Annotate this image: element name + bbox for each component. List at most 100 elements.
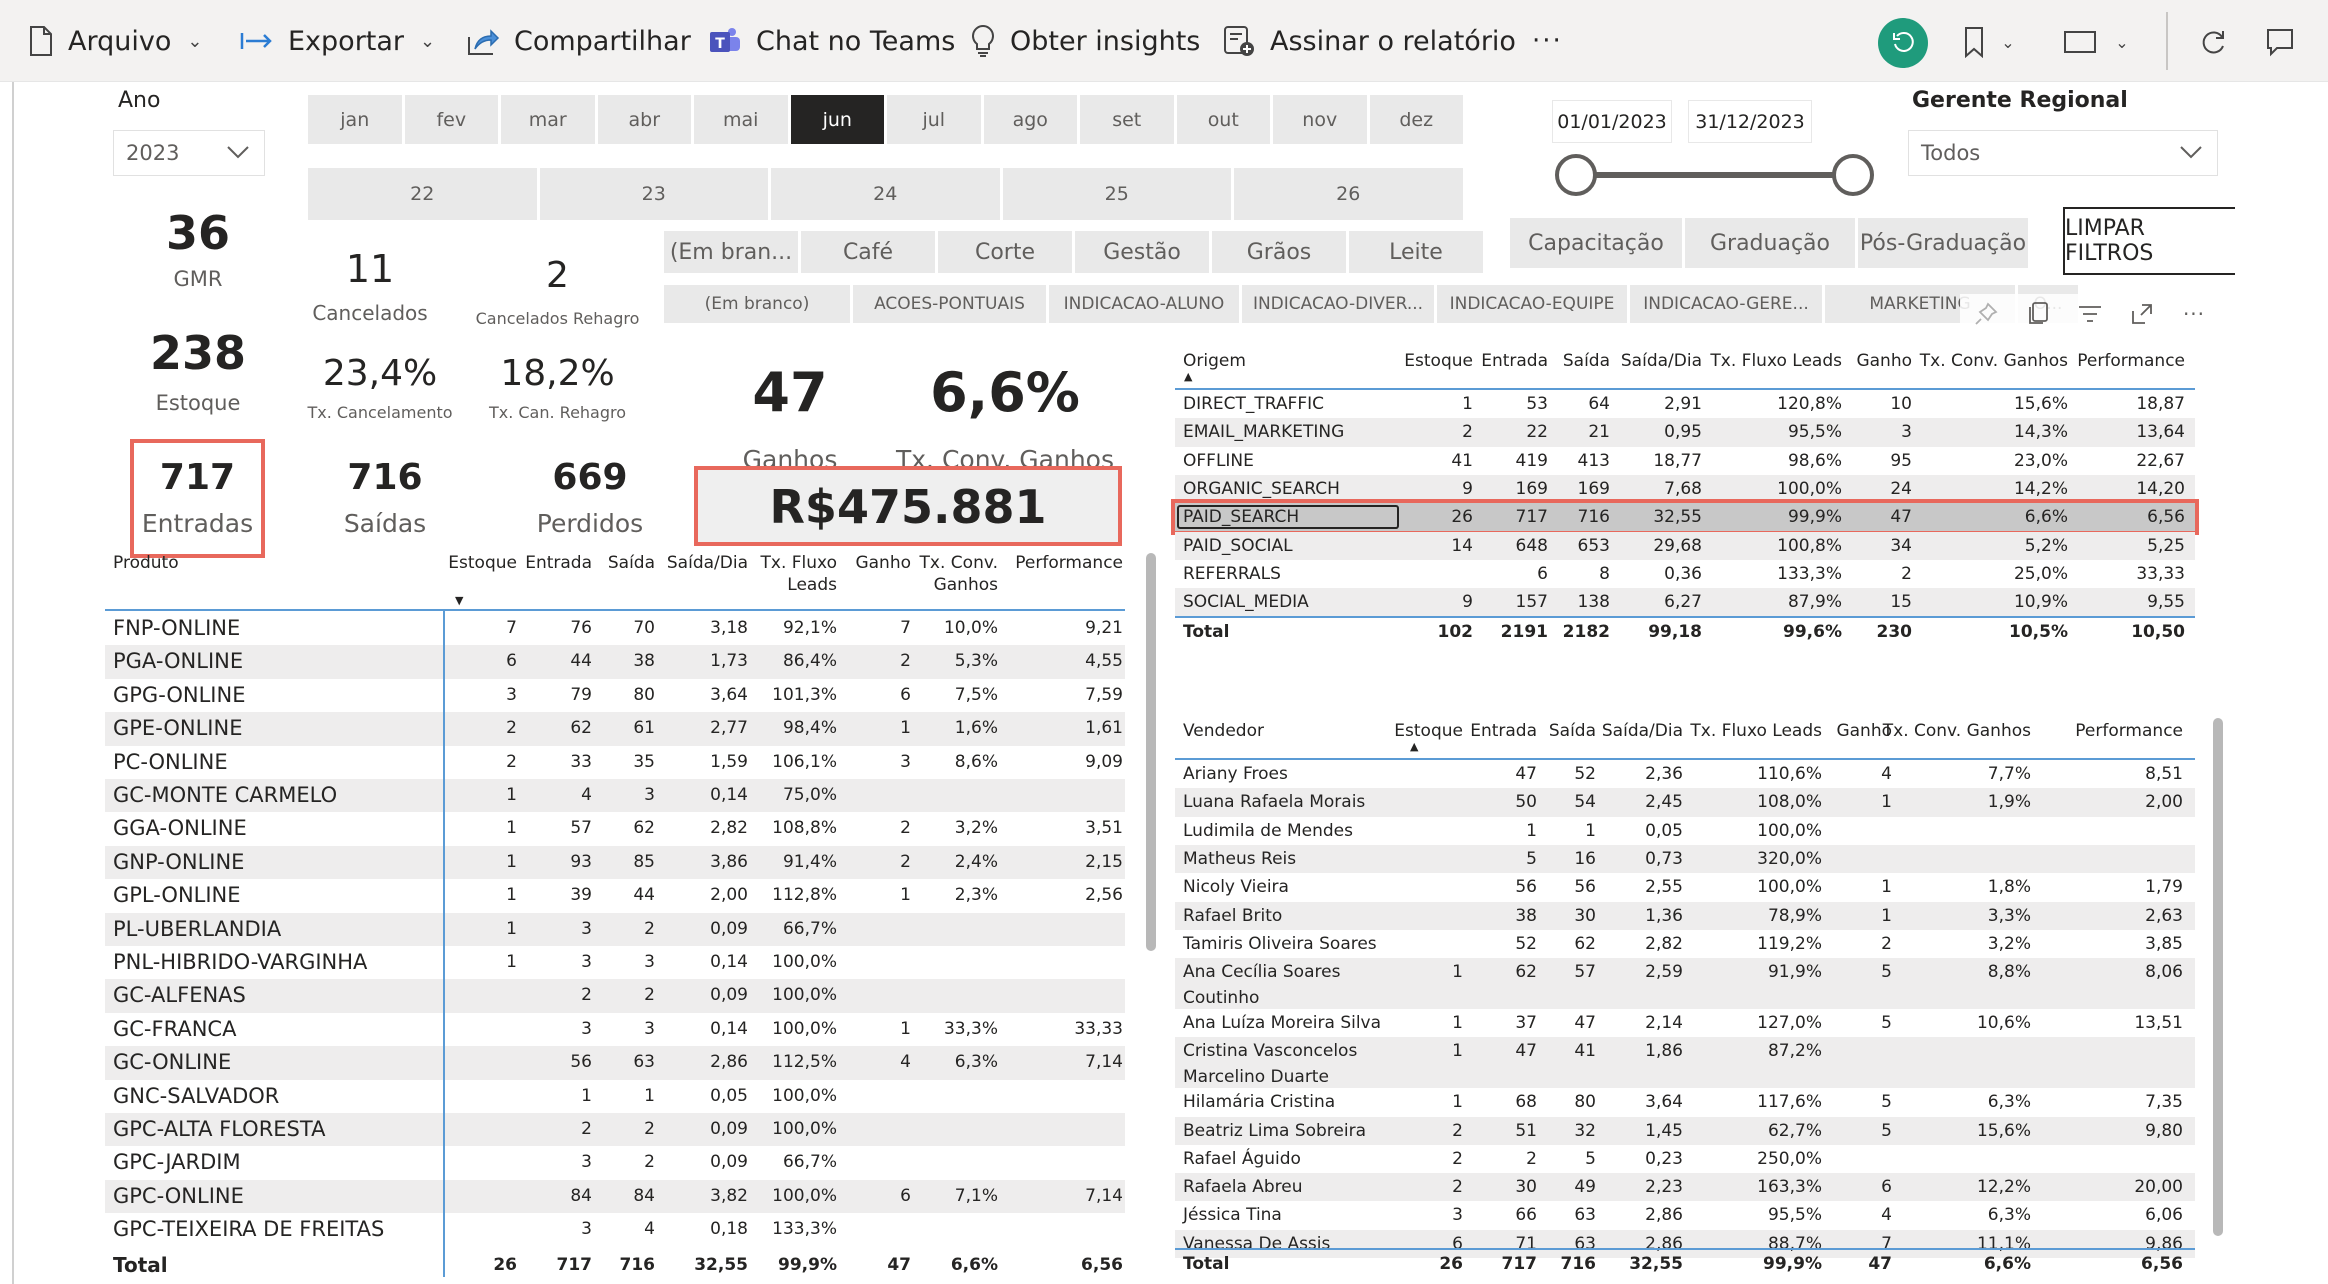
table-row[interactable]: PAID_SEARCH 26 717 716 32,55 99,9% 47 6,6% 6,56 <box>1171 499 2199 536</box>
category-chip[interactable]: Grãos <box>1212 231 1346 273</box>
table-row[interactable]: PAID_SOCIAL 14 648 653 29,68 100,8% 34 5,2% 5,25 <box>1175 531 2195 560</box>
month-chip[interactable]: jan <box>308 95 402 144</box>
produto-table-scrollbar[interactable] <box>1146 553 1156 951</box>
column-header[interactable]: Estoque <box>1404 350 1473 372</box>
table-row[interactable]: Cristina Vasconcelos Marcelino Duarte 1 47… <box>1175 1037 2195 1089</box>
table-row[interactable]: Rafael Brito 38 30 1,36 78,9% 1 3,3% 2,63 <box>1175 901 2195 930</box>
more-options-icon[interactable]: ··· <box>2168 294 2220 334</box>
filter-visual-button[interactable] <box>2064 294 2116 334</box>
month-chip[interactable]: abr <box>597 95 691 144</box>
file-menu-button[interactable]: Arquivo ⌄ <box>28 18 202 64</box>
table-row[interactable]: Matheus Reis 5 16 0,73 320,0% <box>1175 844 2195 874</box>
column-header[interactable]: Estoque <box>1394 720 1463 742</box>
table-row[interactable]: Rafael Águido 2 2 5 0,23 250,0% <box>1175 1145 2195 1173</box>
column-header[interactable]: Saída/Dia <box>1621 350 1702 372</box>
month-chip[interactable]: mar <box>501 95 595 144</box>
table-row[interactable]: GNP-ONLINE 1 93 85 3,86 91,4% 2 2,4% 2,15 <box>105 845 1125 880</box>
table-row[interactable]: Ana Luíza Moreira Silva 1 37 47 2,14 127,0% 5 1… <box>1175 1009 2195 1037</box>
table-row[interactable]: GC-ALFENAS 2 2 0,09 100,0% <box>105 979 1125 1013</box>
level-chip[interactable]: Capacitação <box>1510 218 1682 268</box>
origin-chip[interactable]: INDICACAO-ALUNO <box>1049 285 1239 323</box>
column-header[interactable]: Saída/Dia <box>667 552 748 574</box>
column-header[interactable]: Tx. Conv. Ganhos <box>920 552 998 596</box>
month-chip[interactable]: dez <box>1369 95 1463 144</box>
month-chip[interactable]: fev <box>404 95 498 144</box>
table-row[interactable]: PGA-ONLINE 6 44 38 1,73 86,4% 2 5,3% 4,55 <box>105 645 1125 679</box>
column-header[interactable]: Saída <box>1549 720 1596 742</box>
column-header[interactable]: Ganho <box>855 552 911 574</box>
vendedor-table-scrollbar[interactable] <box>2213 718 2223 1236</box>
table-row[interactable]: PNL-HIBRIDO-VARGINHA 1 3 3 0,14 100,0% <box>105 946 1125 979</box>
column-header[interactable]: Saída <box>608 552 655 574</box>
week-chip[interactable]: 24 <box>771 168 1000 220</box>
table-row[interactable]: Rafaela Abreu 2 30 49 2,23 163,3% 6 12,2% 20,00 <box>1175 1173 2195 1202</box>
level-chip[interactable]: Pós-Graduação <box>1858 218 2028 268</box>
pin-visual-button[interactable] <box>1960 294 2012 334</box>
reset-button[interactable] <box>1878 18 1928 68</box>
column-header[interactable]: Tx. Fluxo Leads <box>761 552 837 596</box>
category-chip[interactable]: Café <box>801 231 935 273</box>
month-chip[interactable]: jun <box>790 95 884 144</box>
table-row[interactable]: Ariany Froes 47 52 2,36 110,6% 4 7,7% 8,51 <box>1175 760 2195 788</box>
start-date-input[interactable]: 01/01/2023 <box>1552 100 1672 143</box>
category-chip[interactable]: Gestão <box>1075 231 1209 273</box>
category-chip[interactable]: (Em bran... <box>664 231 798 273</box>
week-chip[interactable]: 22 <box>308 168 537 220</box>
month-chip[interactable]: out <box>1176 95 1270 144</box>
month-chip[interactable]: ago <box>983 95 1077 144</box>
table-row[interactable]: Ludimila de Mendes 1 1 0,05 100,0% <box>1175 817 2195 845</box>
insights-button[interactable]: Obter insights <box>970 18 1200 64</box>
view-chevron-icon[interactable]: ⌄ <box>2110 20 2134 64</box>
table-row[interactable]: GC-ONLINE 56 63 2,86 112,5% 4 6,3% 7,14 <box>105 1046 1125 1080</box>
month-chip[interactable]: nov <box>1273 95 1367 144</box>
week-chip[interactable]: 25 <box>1002 168 1231 220</box>
column-header[interactable]: Tx. Fluxo Leads <box>1690 720 1822 742</box>
teams-chat-button[interactable]: T Chat no Teams <box>708 18 955 64</box>
table-row[interactable]: GC-FRANCA 3 3 0,14 100,0% 1 33,3% 33,33 <box>105 1013 1125 1046</box>
origin-chip[interactable]: (Em branco) <box>664 285 850 323</box>
table-row[interactable]: PC-ONLINE 2 33 35 1,59 106,1% 3 8,6% 9,09 <box>105 746 1125 779</box>
category-chip[interactable]: Corte <box>938 231 1072 273</box>
table-row[interactable]: Tamiris Oliveira Soares 52 62 2,82 119,2% 2 3,… <box>1175 930 2195 958</box>
copy-visual-button[interactable] <box>2012 294 2064 334</box>
column-header[interactable]: Performance <box>1015 552 1123 574</box>
table-row[interactable]: Ana Cecília Soares Coutinho 1 62 57 2,59 91,9… <box>1175 958 2195 1010</box>
column-header[interactable]: Vendedor <box>1183 720 1264 742</box>
table-row[interactable]: Jéssica Tina 3 66 63 2,86 95,5% 4 6,3% 6,06 <box>1175 1201 2195 1229</box>
level-chip[interactable]: Graduação <box>1685 218 1855 268</box>
table-row[interactable]: GPL-ONLINE 1 39 44 2,00 112,8% 1 2,3% 2,56 <box>105 879 1125 912</box>
date-range-end-handle[interactable] <box>1832 154 1874 196</box>
table-row[interactable]: DIRECT_TRAFFIC 1 53 64 2,91 120,8% 10 15,6% 18,8… <box>1175 390 2195 418</box>
table-row[interactable]: Hilamária Cristina 1 68 80 3,64 117,6% 5 6,3% 7,… <box>1175 1088 2195 1116</box>
column-header[interactable]: Estoque <box>448 552 517 574</box>
column-header[interactable]: Saída <box>1563 350 1610 372</box>
origin-chip[interactable]: INDICACAO-EQUIPE <box>1437 285 1627 323</box>
subscribe-button[interactable]: Assinar o relatório <box>1222 18 1516 64</box>
end-date-input[interactable]: 31/12/2023 <box>1688 100 1812 143</box>
table-row[interactable]: REFERRALS 6 8 0,36 133,3% 2 25,0% 33,33 <box>1175 560 2195 588</box>
ano-dropdown[interactable]: 2023 <box>113 130 265 176</box>
table-row[interactable]: GPC-TEIXEIRA DE FREITAS 3 4 0,18 133,3% <box>105 1213 1125 1246</box>
more-options-button[interactable]: ··· <box>1532 18 1563 64</box>
table-row[interactable]: GC-MONTE CARMELO 1 4 3 0,14 75,0% <box>105 779 1125 813</box>
month-chip[interactable]: mai <box>694 95 788 144</box>
table-row[interactable]: Luana Rafaela Morais 50 54 2,45 108,0% 1 1,9% 2… <box>1175 788 2195 817</box>
view-button[interactable] <box>2058 20 2102 64</box>
month-chip[interactable]: set <box>1080 95 1174 144</box>
origin-chip[interactable]: INDICACAO-GERE... <box>1630 285 1822 323</box>
clear-filters-button[interactable]: LIMPAR FILTROS <box>2063 207 2235 275</box>
column-header[interactable]: Produto <box>113 552 179 574</box>
table-row[interactable]: PL-UBERLANDIA 1 3 2 0,09 66,7% <box>105 912 1125 946</box>
gerente-regional-dropdown[interactable]: Todos <box>1908 130 2218 176</box>
table-row[interactable]: GNC-SALVADOR 1 1 0,05 100,0% <box>105 1080 1125 1113</box>
table-row[interactable]: GPC-JARDIM 3 2 0,09 66,7% <box>105 1146 1125 1179</box>
focus-mode-button[interactable] <box>2116 294 2168 334</box>
table-row[interactable]: Nicoly Vieira 56 56 2,55 100,0% 1 1,8% 1,79 <box>1175 873 2195 901</box>
bookmark-chevron-icon[interactable]: ⌄ <box>1996 20 2020 64</box>
column-header[interactable]: Origem <box>1183 350 1246 372</box>
table-row[interactable]: OFFLINE 41 419 413 18,77 98,6% 95 23,0% 22,67 <box>1175 447 2195 475</box>
table-row[interactable]: GGA-ONLINE 1 57 62 2,82 108,8% 2 3,2% 3,51 <box>105 812 1125 845</box>
column-header[interactable]: Tx. Conv. Ganhos <box>1883 720 2031 742</box>
origin-chip[interactable]: INDICACAO-DIVER... <box>1242 285 1434 323</box>
origin-chip[interactable]: ACOES-PONTUAIS <box>853 285 1046 323</box>
